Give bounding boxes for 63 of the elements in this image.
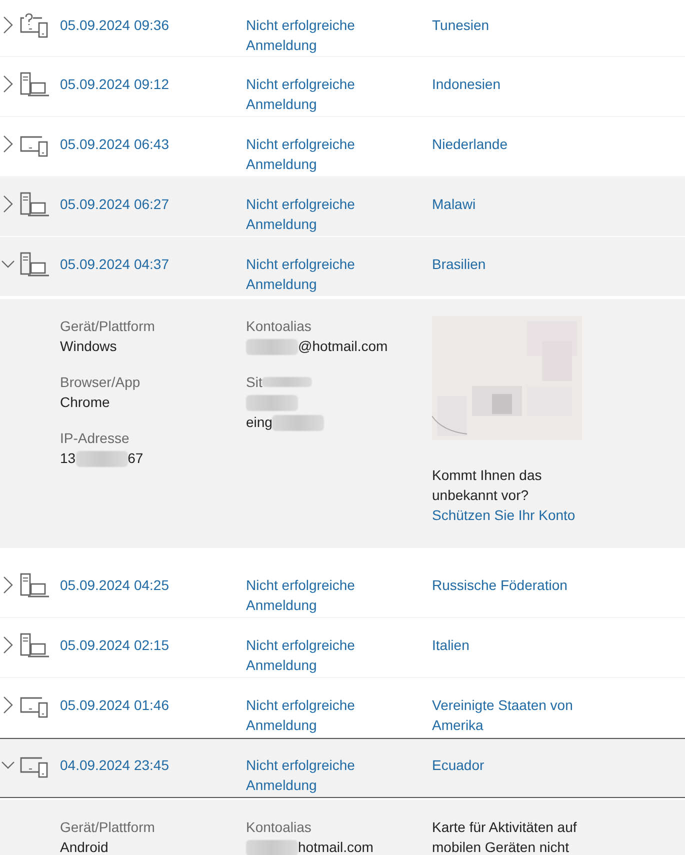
activity-date: 05.09.2024 06:43 (60, 135, 170, 154)
activity-type: Nicht erfolgreiche Anmeldung (246, 255, 356, 294)
activity-country: Malawi (432, 195, 477, 214)
redacted-blur (246, 840, 298, 855)
field-label: Gerät/Plattform (60, 317, 155, 336)
computer-icon (20, 633, 50, 659)
activity-country: Tunesien (432, 16, 490, 35)
activity-row[interactable]: 05.09.2024 09:12 Nicht erfolgreiche Anmeldung Indonesien (0, 57, 685, 117)
computer-icon (20, 573, 50, 599)
activity-row[interactable]: 04.09.2024 23:45 Nicht erfolgreiche Anmeldung Ecuador (0, 738, 685, 798)
activity-type: Nicht erfolgreiche Anmeldung (246, 135, 356, 174)
activity-country: Niederlande (432, 135, 508, 154)
redacted-blur (76, 451, 128, 468)
redacted-blur (272, 415, 324, 432)
activity-date: 05.09.2024 04:25 (60, 576, 170, 595)
activity-country: Brasilien (432, 255, 487, 274)
activity-date: 05.09.2024 09:36 (60, 16, 170, 35)
activity-row[interactable]: 05.09.2024 02:15 Nicht erfolgreiche Anmeldung Italien (0, 618, 685, 678)
field-value: Windows (60, 338, 117, 354)
activity-date: 05.09.2024 04:37 (60, 255, 170, 274)
activity-type: Nicht erfolgreiche Anmeldung (246, 696, 356, 735)
field-label: Kontoalias (246, 317, 312, 336)
activity-type: Nicht erfolgreiche Anmeldung (246, 75, 356, 114)
activity-row[interactable]: 05.09.2024 06:27 Nicht erfolgreiche Anmeldung Malawi (0, 177, 685, 237)
field-label: Kontoalias (246, 818, 312, 837)
activity-type: Nicht erfolgreiche Anmeldung (246, 756, 356, 795)
field-value: Android (60, 839, 108, 855)
activity-date: 05.09.2024 01:46 (60, 696, 170, 715)
activity-row[interactable]: 05.09.2024 04:37 Nicht erfolgreiche Anmeldung Brasilien (0, 237, 685, 297)
activity-date: 05.09.2024 06:27 (60, 195, 170, 214)
redacted-blur (246, 339, 298, 356)
field-label: Gerät/Plattform (60, 818, 155, 837)
field-label: IP-Adresse (60, 429, 130, 448)
field-label: Browser/App (60, 373, 140, 392)
activity-country: Italien (432, 636, 470, 655)
activity-row[interactable]: 05.09.2024 09:36 Nicht erfolgreiche Anmeldung Tunesien (0, 0, 685, 57)
field-label: Sit (246, 373, 262, 392)
activity-country: Russische Föderation (432, 576, 568, 595)
computer-icon (20, 72, 50, 98)
activity-country: Vereinigte Staaten von Amerika (432, 696, 574, 735)
activity-date: 04.09.2024 23:45 (60, 756, 170, 775)
unknown-activity-question: Kommt Ihnen das unbekannt vor? (432, 466, 543, 505)
field-value: Chrome (60, 394, 110, 410)
field-value: @hotmail.com (298, 338, 388, 354)
computer-icon (20, 192, 50, 218)
activity-row[interactable]: 05.09.2024 04:25 Nicht erfolgreiche Anmeldung Russische Föderation (0, 558, 685, 618)
computer-icon (20, 252, 50, 278)
activity-type: Nicht erfolgreiche Anmeldung (246, 576, 356, 615)
secure-account-link[interactable]: Schützen Sie Ihr Konto (432, 505, 607, 525)
field-value: hotmail.com (298, 839, 374, 855)
field-value: eing (246, 414, 272, 430)
activity-date: 05.09.2024 02:15 (60, 636, 170, 655)
activity-country: Ecuador (432, 756, 486, 775)
field-value: 67 (128, 450, 144, 466)
unknown-device-icon (20, 13, 50, 39)
activity-type: Nicht erfolgreiche Anmeldung (246, 636, 356, 675)
map-unavailable-note: Karte für Aktivitäten auf mobilen Geräten nicht (432, 818, 578, 855)
redacted-blur (246, 395, 298, 412)
activity-type: Nicht erfolgreiche Anmeldung (246, 16, 356, 55)
activity-type: Nicht erfolgreiche Anmeldung (246, 195, 356, 234)
activity-date: 05.09.2024 09:12 (60, 75, 170, 94)
activity-country: Indonesien (432, 75, 502, 94)
field-value: 13 (60, 450, 76, 466)
